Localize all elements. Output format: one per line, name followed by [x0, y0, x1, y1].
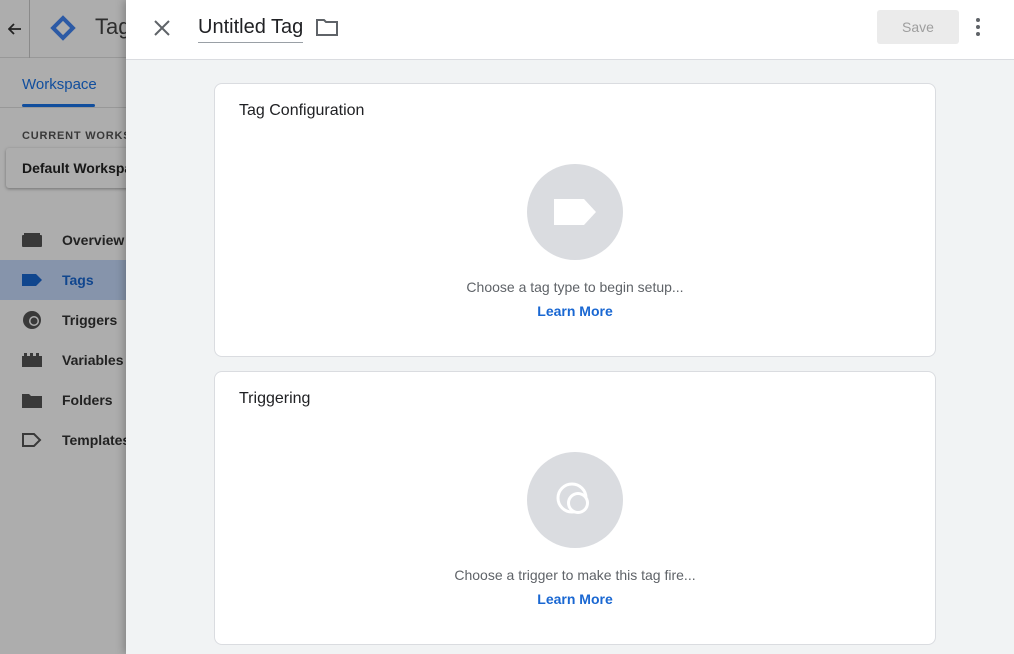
close-icon[interactable]	[150, 16, 174, 40]
tag-name-field[interactable]: Untitled Tag	[198, 16, 304, 43]
tag-icon	[554, 199, 596, 225]
trigger-selector[interactable]	[527, 452, 623, 548]
tag-type-selector[interactable]	[527, 164, 623, 260]
panel-header: Untitled Tag Save	[126, 0, 1014, 60]
more-vert-icon[interactable]	[976, 14, 980, 40]
folder-icon[interactable]	[316, 18, 340, 40]
trigger-icon	[556, 482, 589, 514]
triggering-hint: Choose a trigger to make this tag fire..…	[454, 567, 696, 583]
tag-configuration-hint: Choose a tag type to begin setup...	[466, 279, 684, 295]
tag-configuration-title: Tag Configuration	[239, 102, 365, 119]
tag-configuration-learn-more-link[interactable]: Learn More	[215, 303, 935, 319]
save-button[interactable]: Save	[877, 10, 959, 44]
triggering-title: Triggering	[239, 390, 311, 407]
triggering-card: Triggering Choose a trigger to make this…	[214, 371, 936, 645]
tag-configuration-card: Tag Configuration Choose a tag type to b…	[214, 83, 936, 357]
tag-editor-panel: Untitled Tag Save Tag Configuration Choo…	[126, 0, 1014, 654]
triggering-learn-more-link[interactable]: Learn More	[215, 591, 935, 607]
